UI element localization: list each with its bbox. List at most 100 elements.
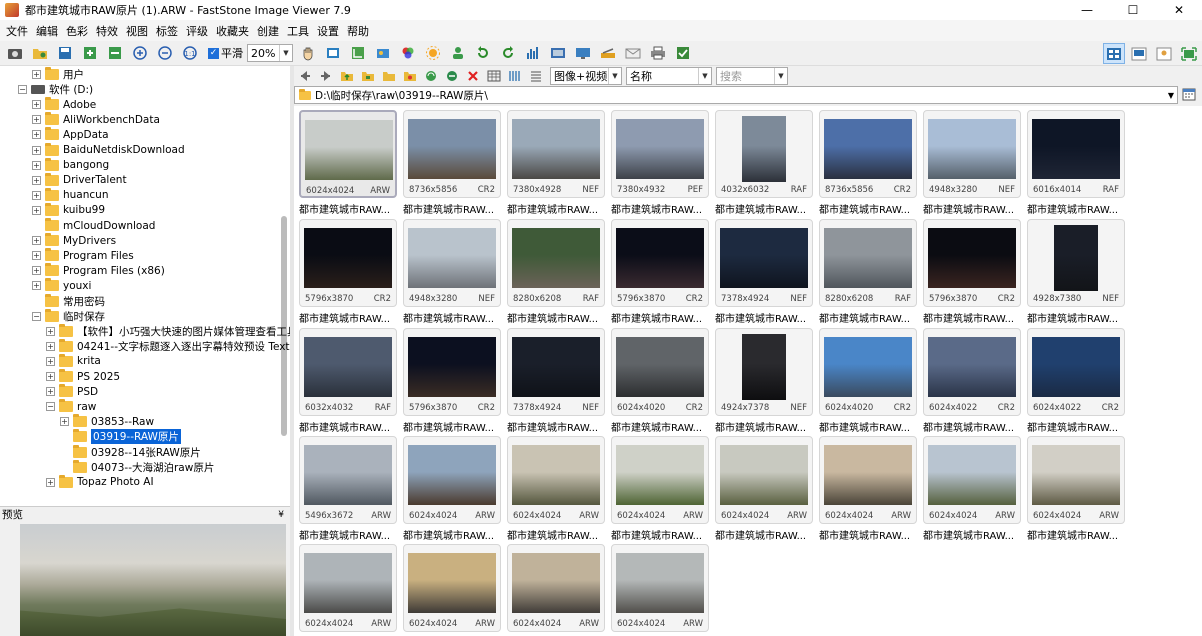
thumbnail-item[interactable]: 4928x7380 NEF 都市建筑城市RAW... [1027, 219, 1125, 325]
desktop-folder-icon[interactable] [359, 67, 377, 85]
thumbnail-item[interactable]: 6024x4024ARW都市建筑城市RAW... [715, 436, 813, 542]
pictures-folder-icon[interactable] [380, 67, 398, 85]
menu-item[interactable]: 收藏夹 [212, 23, 253, 39]
thumbnail-item[interactable]: 6024x4020 CR2 都市建筑城市RAW... [819, 328, 917, 434]
thumbnail-item[interactable]: 5496x3672 ARW 都市建筑城市RAW... [299, 436, 397, 542]
tree-item[interactable]: + MyDrivers [32, 233, 116, 248]
channels-icon[interactable] [397, 43, 419, 63]
expand-icon[interactable]: + [46, 387, 55, 397]
menu-item[interactable]: 文件 [2, 23, 32, 39]
tree-item[interactable]: + Adobe [32, 97, 96, 112]
thumbnail-item[interactable]: 6024x4020 CR2 都市建筑城市RAW... [611, 328, 709, 434]
histogram-icon[interactable] [522, 43, 544, 63]
calendar-icon[interactable] [1182, 87, 1196, 101]
print-icon[interactable] [647, 43, 669, 63]
expand-icon[interactable]: + [46, 356, 55, 366]
menu-item[interactable]: 创建 [253, 23, 283, 39]
expand-icon[interactable]: + [46, 372, 55, 381]
tree-item[interactable]: + huancun [32, 187, 108, 203]
tree-item[interactable]: − 软件 (D:) [18, 82, 93, 97]
expand-icon[interactable]: + [32, 100, 41, 110]
grid-view-icon[interactable] [506, 67, 524, 85]
actual-size-icon[interactable]: 1:1 [179, 43, 201, 63]
thumbnail-item[interactable]: 6024x4024ARW都市建筑城市RAW... [507, 544, 605, 636]
thumbnail-item[interactable]: 8736x5856 CR2 都市建筑城市RAW... [403, 110, 501, 216]
favorites-folder-icon[interactable] [401, 67, 419, 85]
thumbnail-item[interactable]: 6024x4024ARW都市建筑城市RAW... [403, 544, 501, 636]
menu-item[interactable]: 色彩 [62, 23, 92, 39]
minimize-button[interactable]: — [1064, 0, 1110, 20]
tree-item[interactable]: + bangong [32, 157, 109, 173]
refresh-icon[interactable] [422, 67, 440, 85]
expand-icon[interactable]: + [32, 190, 41, 200]
export-icon[interactable] [104, 43, 126, 63]
thumbnail-item[interactable]: 6024x4022 CR2 都市建筑城市RAW... [1027, 328, 1125, 434]
file-filter-select[interactable]: 图像+视频 ▼ [550, 67, 622, 85]
thumbnail-item[interactable]: 5796x3870 CR2 都市建筑城市RAW... [403, 328, 501, 434]
sync-icon[interactable] [443, 67, 461, 85]
tree-item[interactable]: 常用密码 [32, 293, 105, 309]
wallpaper-icon[interactable] [572, 43, 594, 63]
tree-item[interactable]: + kuibu99 [32, 202, 105, 218]
thumbnail-item[interactable]: 5796x3870 CR2 都市建筑城市RAW... [611, 219, 709, 325]
collapse-icon[interactable]: − [18, 85, 27, 95]
tree-item[interactable]: 03919--RAW原片 [60, 429, 181, 445]
menu-item[interactable]: 评级 [182, 23, 212, 39]
color-adjust-icon[interactable] [372, 43, 394, 63]
hand-tool-icon[interactable] [297, 43, 319, 63]
thumbnail-item[interactable]: 6024x4024ARW都市建筑城市RAW... [507, 436, 605, 542]
path-bar[interactable]: D:\临时保存\raw\03919--RAW原片\ ▼ [294, 86, 1178, 104]
rotate-left-icon[interactable] [472, 43, 494, 63]
thumbnail-item[interactable]: 7378x4924 NEF 都市建筑城市RAW... [715, 219, 813, 325]
details-view-icon[interactable] [527, 67, 545, 85]
select-all-icon[interactable] [485, 67, 503, 85]
back-icon[interactable] [296, 67, 314, 85]
import-icon[interactable] [79, 43, 101, 63]
chevron-down-icon[interactable]: ▼ [1168, 91, 1174, 100]
thumbnail-item[interactable]: 6024x4024ARW都市建筑城市RAW... [299, 110, 397, 216]
tree-item[interactable]: − raw [46, 399, 96, 414]
thumbnail-item[interactable]: 6024x4024ARW都市建筑城市RAW... [299, 544, 397, 636]
menu-item[interactable]: 帮助 [343, 23, 373, 39]
thumbnail-item[interactable]: 6024x4024ARW都市建筑城市RAW... [611, 544, 709, 636]
open-folder-icon[interactable] [29, 43, 51, 63]
email-icon[interactable] [622, 43, 644, 63]
camera-icon[interactable] [4, 43, 26, 63]
tree-item[interactable]: +03853--Raw [60, 414, 154, 429]
brightness-icon[interactable] [422, 43, 444, 63]
tree-item[interactable]: + Program Files (x86) [32, 263, 165, 278]
menu-item[interactable]: 标签 [152, 23, 182, 39]
thumbnail-item[interactable]: 6024x4024ARW都市建筑城市RAW... [1027, 436, 1125, 542]
tree-item[interactable]: + 用户 [32, 67, 84, 82]
thumbnail-item[interactable]: 8280x6208 RAF 都市建筑城市RAW... [819, 219, 917, 325]
resize-icon[interactable] [322, 43, 344, 63]
thumbnail-item[interactable]: 4948x3280 NEF 都市建筑城市RAW... [403, 219, 501, 325]
tree-item[interactable]: + Program Files [32, 248, 134, 263]
thumbnail-view-icon[interactable] [1103, 43, 1125, 64]
tree-item[interactable]: + Topaz Photo AI [46, 474, 154, 490]
expand-icon[interactable]: + [32, 115, 41, 125]
menu-item[interactable]: 编辑 [32, 23, 62, 39]
thumbnail-item[interactable]: 6024x4024ARW都市建筑城市RAW... [611, 436, 709, 542]
tree-item[interactable]: +04241--文字标题逐入逐出字幕特效预设 Text Pres [46, 338, 290, 354]
checklist-icon[interactable] [672, 43, 694, 63]
thumbnail-item[interactable]: 6016x4014 RAF 都市建筑城市RAW... [1027, 110, 1125, 216]
expand-icon[interactable]: + [60, 417, 69, 427]
fullscreen-icon[interactable] [1178, 43, 1200, 64]
save-icon[interactable] [54, 43, 76, 63]
crop-icon[interactable] [347, 43, 369, 63]
thumbnail-item[interactable]: 8736x5856 CR2 都市建筑城市RAW... [819, 110, 917, 216]
expand-icon[interactable]: + [46, 341, 55, 351]
tree-item[interactable]: + 【软件】小巧强大快速的图片媒体管理查看工具 Fa [46, 323, 290, 339]
expand-icon[interactable]: + [46, 326, 55, 336]
thumbnail-item[interactable]: 6024x4024ARW都市建筑城市RAW... [403, 436, 501, 542]
tree-item[interactable]: + PSD [46, 384, 98, 399]
delete-icon[interactable] [464, 67, 482, 85]
zoom-in-icon[interactable] [129, 43, 151, 63]
forward-icon[interactable] [317, 67, 335, 85]
menu-item[interactable]: 设置 [313, 23, 343, 39]
slideshow-icon[interactable] [547, 43, 569, 63]
thumbnail-item[interactable]: 6024x4022 CR2 都市建筑城市RAW... [923, 328, 1021, 434]
expand-icon[interactable]: + [32, 130, 41, 140]
tree-item[interactable]: + AppData [32, 127, 109, 142]
